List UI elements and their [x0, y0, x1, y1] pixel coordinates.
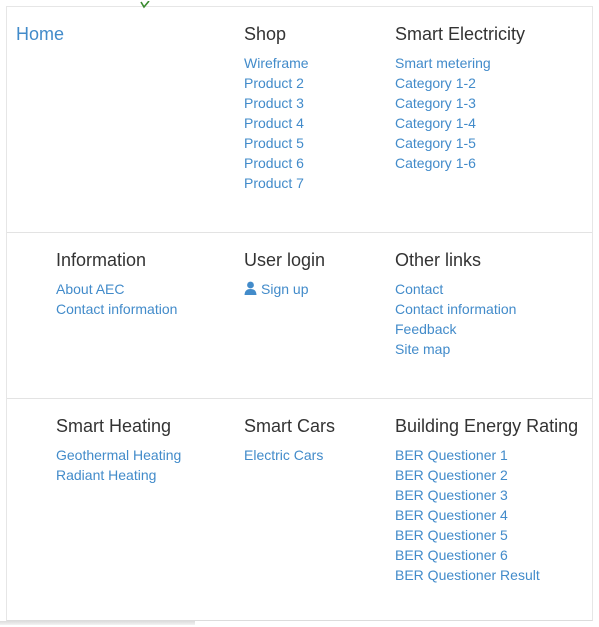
list-item: Contact information [395, 299, 516, 319]
category-1-5-link[interactable]: Category 1-5 [395, 135, 476, 151]
list-item: About AEC [56, 279, 177, 299]
information-link-list: About AEC Contact information [56, 279, 177, 319]
other-links-link-list: Contact Contact information Feedback Sit… [395, 279, 516, 359]
electric-cars-link[interactable]: Electric Cars [244, 447, 323, 463]
radiant-heating-link[interactable]: Radiant Heating [56, 467, 156, 483]
list-item: Radiant Heating [56, 465, 181, 485]
checkmark-icon [140, 1, 150, 9]
smart-cars-link-list: Electric Cars [244, 445, 323, 465]
shop-link-product-4[interactable]: Product 4 [244, 115, 304, 131]
list-item: BER Questioner 6 [395, 545, 540, 565]
list-item: BER Questioner 5 [395, 525, 540, 545]
about-aec-link[interactable]: About AEC [56, 281, 125, 297]
sign-up-link[interactable]: Sign up [244, 281, 308, 297]
ber-questioner-5-link[interactable]: BER Questioner 5 [395, 527, 508, 543]
list-item: Category 1-5 [395, 133, 491, 153]
list-item: Product 6 [244, 153, 309, 173]
list-item: Feedback [395, 319, 516, 339]
shop-link-product-2[interactable]: Product 2 [244, 75, 304, 91]
list-item: Sign up [244, 279, 308, 299]
smart-metering-link[interactable]: Smart metering [395, 55, 491, 71]
list-item: Site map [395, 339, 516, 359]
smart-electricity-heading: Smart Electricity [395, 24, 526, 44]
list-item: BER Questioner 1 [395, 445, 540, 465]
row-divider [7, 398, 592, 399]
list-item: Product 3 [244, 93, 309, 113]
ber-questioner-result-link[interactable]: BER Questioner Result [395, 567, 540, 583]
list-item: BER Questioner Result [395, 565, 540, 585]
list-item: Category 1-3 [395, 93, 491, 113]
ber-link-list: BER Questioner 1 BER Questioner 2 BER Qu… [395, 445, 540, 585]
list-item: Category 1-6 [395, 153, 491, 173]
information-heading: Information [56, 250, 147, 270]
user-login-link-list: Sign up [244, 279, 308, 299]
smart-heating-heading: Smart Heating [56, 416, 172, 436]
shop-heading: Shop [244, 24, 287, 44]
shop-link-wireframe[interactable]: Wireframe [244, 55, 309, 71]
site-map-link[interactable]: Site map [395, 341, 450, 357]
list-item: BER Questioner 3 [395, 485, 540, 505]
list-item: Product 4 [244, 113, 309, 133]
shop-link-product-7[interactable]: Product 7 [244, 175, 304, 191]
list-item: Category 1-4 [395, 113, 491, 133]
list-item: Product 2 [244, 73, 309, 93]
other-links-heading: Other links [395, 250, 482, 270]
geothermal-heating-link[interactable]: Geothermal Heating [56, 447, 181, 463]
contact-information-link[interactable]: Contact information [56, 301, 177, 317]
list-item: Contact [395, 279, 516, 299]
scroll-shadow [0, 621, 195, 625]
list-item: Product 7 [244, 173, 309, 193]
ber-questioner-6-link[interactable]: BER Questioner 6 [395, 547, 508, 563]
ber-questioner-4-link[interactable]: BER Questioner 4 [395, 507, 508, 523]
list-item: Contact information [56, 299, 177, 319]
list-item: Category 1-2 [395, 73, 491, 93]
contact-information-link[interactable]: Contact information [395, 301, 516, 317]
smart-electricity-link-list: Smart metering Category 1-2 Category 1-3… [395, 53, 491, 173]
shop-link-product-3[interactable]: Product 3 [244, 95, 304, 111]
footer-menu-panel: Home Shop Wireframe Product 2 Product 3 … [6, 1, 593, 621]
list-item: Geothermal Heating [56, 445, 181, 465]
category-1-6-link[interactable]: Category 1-6 [395, 155, 476, 171]
smart-cars-heading: Smart Cars [244, 416, 336, 436]
row-divider [7, 232, 592, 233]
category-1-2-link[interactable]: Category 1-2 [395, 75, 476, 91]
ber-questioner-3-link[interactable]: BER Questioner 3 [395, 487, 508, 503]
ber-questioner-1-link[interactable]: BER Questioner 1 [395, 447, 508, 463]
home-link[interactable]: Home [16, 24, 64, 44]
sign-up-label: Sign up [261, 281, 309, 297]
list-item: BER Questioner 4 [395, 505, 540, 525]
shop-link-product-5[interactable]: Product 5 [244, 135, 304, 151]
ber-questioner-2-link[interactable]: BER Questioner 2 [395, 467, 508, 483]
category-1-3-link[interactable]: Category 1-3 [395, 95, 476, 111]
user-icon [244, 281, 257, 295]
feedback-link[interactable]: Feedback [395, 321, 456, 337]
list-item: Electric Cars [244, 445, 323, 465]
list-item: BER Questioner 2 [395, 465, 540, 485]
building-energy-rating-heading: Building Energy Rating [395, 416, 579, 436]
category-1-4-link[interactable]: Category 1-4 [395, 115, 476, 131]
list-item: Product 5 [244, 133, 309, 153]
list-item: Wireframe [244, 53, 309, 73]
shop-link-list: Wireframe Product 2 Product 3 Product 4 … [244, 53, 309, 193]
shop-link-product-6[interactable]: Product 6 [244, 155, 304, 171]
user-login-heading: User login [244, 250, 326, 270]
smart-heating-link-list: Geothermal Heating Radiant Heating [56, 445, 181, 485]
list-item: Smart metering [395, 53, 491, 73]
contact-link[interactable]: Contact [395, 281, 443, 297]
